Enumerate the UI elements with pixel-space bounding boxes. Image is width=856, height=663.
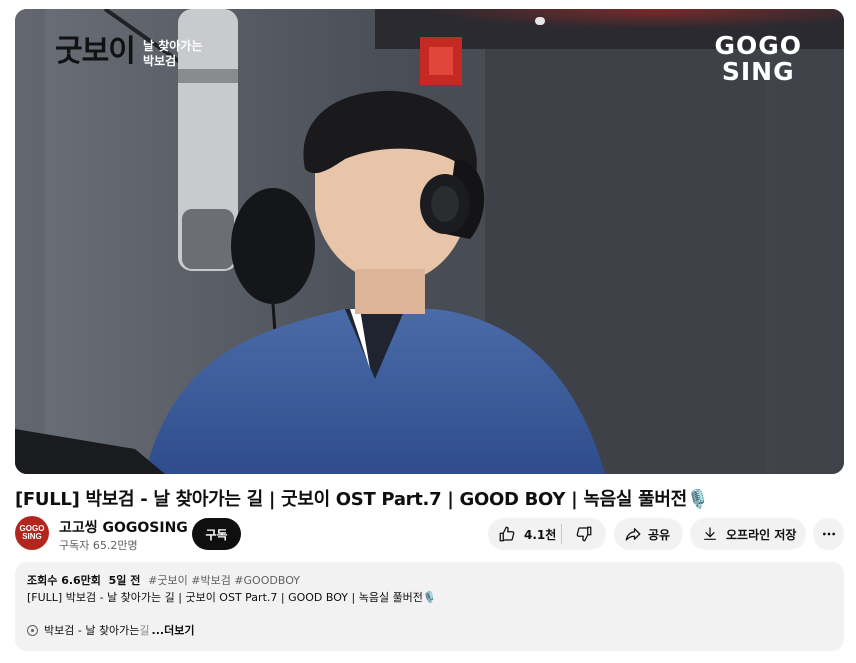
video-player[interactable]: 굿보이 날 찾아가는 박보검 GOGO SING: [15, 9, 844, 474]
description-box[interactable]: 조회수 6.6만회 5일 전 #굿보이 #박보검 #GOODBOY [FULL]…: [15, 562, 844, 651]
download-button[interactable]: 오프라인 저장: [690, 518, 806, 550]
dislike-icon: [576, 526, 592, 542]
channel-watermark-line: SING: [721, 57, 795, 86]
more-actions-button[interactable]: [813, 518, 844, 550]
more-vert-icon: [822, 532, 835, 536]
subscribe-button[interactable]: 구독: [192, 518, 241, 550]
share-icon: [625, 528, 641, 541]
download-label: 오프라인 저장: [726, 527, 797, 542]
chapter-item[interactable]: 박보검 - 날 찾아가는 길 ...더보기: [27, 622, 194, 639]
show-logo-watermark: 굿보이: [55, 34, 136, 69]
view-count: 조회수 6.6만회: [27, 574, 101, 587]
like-icon: [499, 526, 515, 542]
watermark-subtitle-line: 날 찾아가는: [143, 39, 203, 53]
like-dislike-group: 4.1천: [488, 518, 606, 550]
hashtags[interactable]: #굿보이 #박보검 #GOODBOY: [148, 574, 300, 587]
download-icon: [704, 527, 716, 540]
channel-watermark: GOGO SING: [714, 33, 802, 85]
chapter-title-fade: 길: [139, 624, 150, 637]
share-label: 공유: [648, 527, 671, 542]
channel-avatar[interactable]: GOGO SING: [15, 516, 49, 550]
upload-date: 5일 전: [108, 574, 141, 587]
subscriber-count: 구독자 65.2만명: [59, 539, 138, 552]
show-more-link[interactable]: ...더보기: [152, 622, 195, 639]
watermark-subtitle-line: 박보검: [143, 54, 177, 68]
like-count: 4.1천: [524, 527, 557, 542]
disc-icon: [27, 625, 38, 636]
video-title: [FULL] 박보검 - 날 찾아가는 길 | 굿보이 OST Part.7 |…: [15, 489, 709, 510]
description-text: [FULL] 박보검 - 날 찾아가는 길 | 굿보이 OST Part.7 |…: [27, 591, 437, 604]
show-subtitle-watermark: 날 찾아가는 박보검: [143, 39, 202, 69]
chapter-title: 박보검 - 날 찾아가는: [44, 624, 140, 637]
description-meta: 조회수 6.6만회 5일 전 #굿보이 #박보검 #GOODBOY: [27, 572, 832, 589]
dislike-button[interactable]: [562, 518, 606, 550]
share-button[interactable]: 공유: [614, 518, 683, 550]
like-button[interactable]: 4.1천: [488, 518, 561, 550]
channel-watermark-line: GOGO: [714, 31, 802, 60]
channel-name[interactable]: 고고씽 GOGOSING: [59, 517, 188, 537]
